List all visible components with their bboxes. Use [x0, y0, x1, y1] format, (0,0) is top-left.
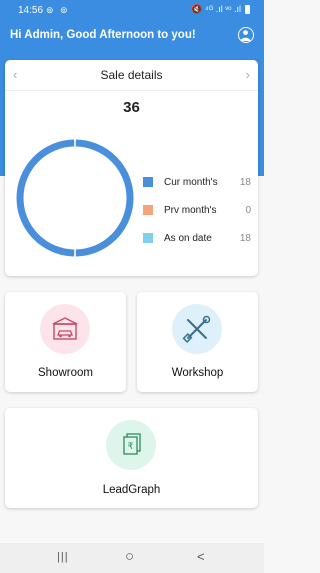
user-icon[interactable]	[238, 27, 254, 43]
sale-donut-chart	[16, 139, 134, 257]
showroom-label: Showroom	[38, 367, 93, 379]
system-status-icons: 🔇 ⁴ᴳ .ıl ᵛᵒ .ıl	[191, 4, 250, 15]
leadgraph-label: LeadGraph	[102, 484, 161, 496]
legend-swatch-prv-month	[143, 205, 153, 215]
recent-apps-button[interactable]: |||	[57, 551, 69, 563]
workshop-tile[interactable]: Workshop	[137, 292, 258, 392]
sale-total-value: 36	[123, 99, 140, 116]
svg-text:₹: ₹	[128, 442, 134, 452]
legend-item-as-on-date: As on date 18	[143, 231, 255, 259]
showroom-icon-circle	[40, 304, 90, 354]
showroom-tile[interactable]: Showroom	[5, 292, 126, 392]
legend-label: As on date	[164, 233, 212, 244]
status-bar: 14:56 ⊚ ⊚ 🔇 ⁴ᴳ .ıl ᵛᵒ .ıl	[0, 0, 264, 22]
car-showroom-icon	[52, 317, 78, 340]
leadgraph-icon-circle: ₹	[106, 420, 156, 470]
chart-legend: Cur month's 18 Prv month's 0 As on date …	[143, 175, 255, 259]
sale-details-card: ‹ Sale details › 36 Cur month's 18 Prv m…	[5, 60, 258, 276]
sale-details-header: ‹ Sale details ›	[5, 60, 258, 91]
legend-value: 0	[245, 205, 251, 216]
sale-details-title: Sale details	[100, 68, 163, 82]
signal-icons: 🔇 ⁴ᴳ .ıl ᵛᵒ .ıl	[191, 4, 241, 14]
legend-value: 18	[239, 233, 251, 244]
status-time: 14:56	[18, 5, 44, 16]
legend-label: Cur month's	[164, 177, 218, 188]
battery-icon	[245, 5, 250, 14]
donut-slice-cur-month-s	[75, 139, 134, 257]
notification-icons: ⊚ ⊚	[46, 5, 70, 15]
rupee-documents-icon: ₹	[123, 433, 141, 455]
workshop-icon-circle	[172, 304, 222, 354]
legend-swatch-as-on-date	[143, 233, 153, 243]
legend-item-cur-month: Cur month's 18	[143, 175, 255, 203]
home-button[interactable]: ○	[125, 548, 134, 565]
tools-icon	[182, 315, 211, 343]
workshop-label: Workshop	[171, 367, 224, 379]
leadgraph-tile[interactable]: ₹ LeadGraph	[5, 408, 258, 508]
legend-value: 18	[239, 177, 251, 188]
donut-slice-as-on-date	[16, 139, 75, 257]
system-nav-bar: ||| ○ <	[0, 543, 264, 573]
user-icon-glyph	[240, 30, 251, 41]
chevron-right-icon[interactable]: ›	[246, 67, 250, 82]
legend-label: Prv month's	[164, 205, 217, 216]
legend-item-prv-month: Prv month's 0	[143, 203, 255, 231]
greeting-text: Hi Admin, Good Afternoon to you!	[10, 29, 196, 41]
back-button[interactable]: <	[197, 549, 205, 564]
legend-swatch-cur-month	[143, 177, 153, 187]
app-header: Hi Admin, Good Afternoon to you!	[0, 22, 264, 50]
